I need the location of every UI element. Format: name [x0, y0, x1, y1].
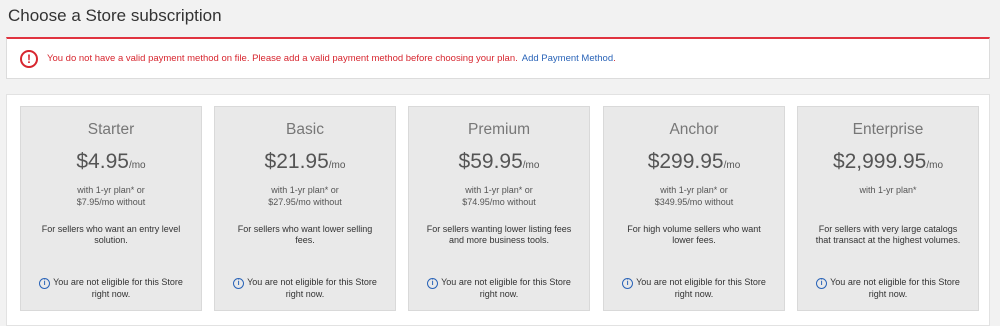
info-icon: i	[622, 278, 634, 289]
plan-name: Premium	[467, 121, 530, 138]
info-icon: i	[233, 278, 245, 289]
plan-price: $21.95	[264, 150, 329, 173]
plan-terms-line1: with 1-yr plan* or	[77, 185, 145, 195]
alert-circle-icon: !	[20, 49, 38, 68]
plan-terms: with 1-yr plan* or $7.95/mo without	[31, 184, 191, 208]
plan-card-basic[interactable]: Basic $21.95/mo with 1-yr plan* or $27.9…	[214, 106, 396, 311]
plan-name: Enterprise	[852, 121, 924, 138]
plan-name: Anchor	[669, 121, 719, 138]
store-subscription-page: Choose a Store subscription ! You do not…	[0, 0, 1000, 326]
plan-terms: with 1-yr plan* or $74.95/mo without	[419, 184, 579, 208]
plan-price-row: $59.95/mo	[409, 150, 589, 174]
plan-price: $59.95	[458, 150, 523, 173]
plan-eligibility: i You are not eligible for this Store rig…	[31, 277, 191, 300]
plan-description: For sellers with very large catalogs tha…	[815, 224, 961, 245]
plan-price: $299.95	[647, 150, 724, 173]
plan-terms: with 1-yr plan* or $349.95/mo without	[614, 184, 774, 208]
info-icon: i	[39, 278, 51, 289]
plan-eligibility-text: You are not eligible for this Store righ…	[636, 277, 766, 299]
info-icon: i	[816, 278, 828, 289]
plan-eligibility-text: You are not eligible for this Store righ…	[247, 277, 377, 299]
plan-price-row: $299.95/mo	[604, 150, 784, 174]
plan-name: Basic	[286, 121, 324, 138]
page-title: Choose a Store subscription	[8, 6, 222, 25]
plan-card-enterprise[interactable]: Enterprise $2,999.95/mo with 1-yr plan* …	[797, 106, 979, 311]
plan-price: $2,999.95	[832, 150, 927, 173]
plan-terms: with 1-yr plan* or $27.95/mo without	[225, 184, 385, 208]
plan-description: For sellers who want lower selling fees.	[237, 224, 373, 245]
plan-price-row: $4.95/mo	[21, 150, 201, 174]
plan-eligibility: i You are not eligible for this Store rig…	[614, 277, 774, 300]
plan-name: Starter	[87, 121, 135, 138]
plan-price-row: $2,999.95/mo	[798, 150, 978, 174]
plan-terms-line1: with 1-yr plan* or	[660, 185, 728, 195]
plan-description: For sellers who want an entry level solu…	[41, 224, 181, 245]
plans-container: Starter $4.95/mo with 1-yr plan* or $7.9…	[6, 94, 990, 326]
plan-eligibility: i You are not eligible for this Store rig…	[808, 277, 968, 300]
plan-terms-line1: with 1-yr plan* or	[271, 185, 339, 195]
alert-message: You do not have a valid payment method o…	[47, 53, 518, 64]
plan-card-anchor[interactable]: Anchor $299.95/mo with 1-yr plan* or $34…	[603, 106, 785, 311]
alert-trailing-period: .	[613, 53, 616, 64]
plan-terms-line2: $349.95/mo without	[654, 197, 734, 207]
plan-description: For high volume sellers who want lower f…	[627, 224, 761, 245]
add-payment-method-link[interactable]: Add Payment Method	[522, 53, 613, 64]
plan-terms-line1: with 1-yr plan*	[859, 185, 917, 195]
plan-price-row: $21.95/mo	[215, 150, 395, 174]
plan-terms-line1: with 1-yr plan* or	[465, 185, 533, 195]
plan-terms-line2: $7.95/mo without	[76, 197, 146, 207]
plan-eligibility: i You are not eligible for this Store rig…	[225, 277, 385, 300]
plan-price-period: /mo	[328, 160, 346, 171]
plan-eligibility: i You are not eligible for this Store rig…	[419, 277, 579, 300]
info-icon: i	[427, 278, 439, 289]
plan-eligibility-text: You are not eligible for this Store righ…	[441, 277, 571, 299]
plan-card-starter[interactable]: Starter $4.95/mo with 1-yr plan* or $7.9…	[20, 106, 202, 311]
plan-price: $4.95	[76, 150, 129, 173]
plan-price-period: /mo	[926, 160, 944, 171]
plan-price-period: /mo	[522, 160, 540, 171]
plan-price-period: /mo	[723, 160, 741, 171]
plan-terms: with 1-yr plan*	[808, 184, 968, 196]
plan-eligibility-text: You are not eligible for this Store righ…	[830, 277, 960, 299]
plan-card-premium[interactable]: Premium $59.95/mo with 1-yr plan* or $74…	[408, 106, 590, 311]
plan-description: For sellers wanting lower listing fees a…	[426, 224, 572, 245]
plan-terms-line2: $27.95/mo without	[268, 197, 342, 207]
plan-eligibility-text: You are not eligible for this Store righ…	[53, 277, 183, 299]
plan-price-period: /mo	[128, 160, 146, 171]
plan-terms-line2: $74.95/mo without	[462, 197, 536, 207]
payment-alert: ! You do not have a valid payment method…	[6, 37, 990, 79]
